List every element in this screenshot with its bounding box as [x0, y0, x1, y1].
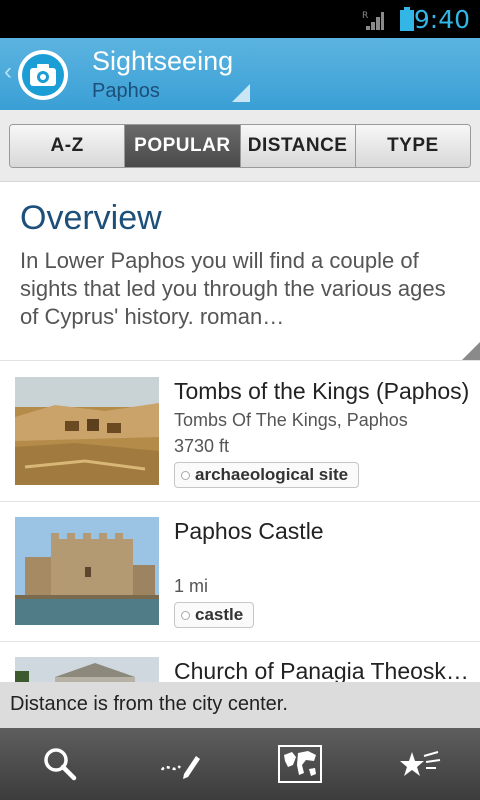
signal-strength-icon: R: [362, 11, 384, 30]
expand-indicator-icon: [462, 342, 480, 360]
route-button[interactable]: [120, 728, 240, 800]
tab-type[interactable]: TYPE: [355, 125, 470, 167]
world-map-icon: [278, 745, 322, 783]
camera-icon: [22, 54, 64, 96]
favorites-button[interactable]: [360, 728, 480, 800]
route-pen-icon: [160, 756, 200, 779]
place-address: Tombs Of The Kings, Paphos: [174, 410, 408, 430]
category-tag[interactable]: archaeological site: [174, 462, 360, 488]
place-name: Tombs of the Kings (Paphos): [174, 378, 470, 404]
map-button[interactable]: [240, 728, 360, 800]
overview-text: In Lower Paphos you will find a couple o…: [20, 248, 446, 329]
toast-text: Distance is from the city center.: [10, 693, 288, 715]
clock: 9:40: [413, 5, 470, 34]
app-logo-button[interactable]: [18, 50, 68, 100]
screen-title[interactable]: Sightseeing: [92, 46, 233, 77]
sort-tabs: A-Z POPULAR DISTANCE TYPE: [9, 124, 471, 168]
roaming-indicator: R: [362, 11, 368, 21]
sort-tab-strip: A-Z POPULAR DISTANCE TYPE: [0, 110, 480, 182]
place-thumbnail: [15, 377, 159, 485]
overview-heading: Overview: [20, 199, 162, 237]
place-thumbnail: [15, 517, 159, 625]
dropdown-indicator-icon: [232, 84, 250, 102]
search-icon: [44, 748, 77, 781]
favorites-stars-icon: [400, 751, 441, 776]
city-selector[interactable]: Paphos: [92, 80, 160, 103]
overview-card[interactable]: Overview In Lower Paphos you will find a…: [0, 183, 480, 361]
tab-a-z[interactable]: A-Z: [10, 125, 126, 167]
category-tag[interactable]: castle: [174, 602, 255, 628]
search-button[interactable]: [0, 728, 120, 800]
place-distance: 1 mi: [174, 576, 209, 596]
tab-popular[interactable]: POPULAR: [125, 125, 241, 167]
up-navigation-chevron-icon[interactable]: ‹: [4, 60, 16, 84]
status-bar: R 9:40: [0, 0, 480, 38]
bottom-toolbar: [0, 728, 480, 800]
toast-message: Distance is from the city center.: [0, 682, 480, 728]
list-item[interactable]: Paphos Castle 1 mi castle: [0, 502, 480, 642]
tab-distance[interactable]: DISTANCE: [240, 125, 356, 167]
place-name: Church of Panagia Theoskepasti: [174, 658, 470, 684]
battery-icon: [400, 7, 414, 31]
list-item[interactable]: Tombs of the Kings (Paphos) Tombs Of The…: [0, 362, 480, 502]
place-distance: 3730 ft: [174, 436, 230, 456]
place-name: Paphos Castle: [174, 518, 324, 544]
